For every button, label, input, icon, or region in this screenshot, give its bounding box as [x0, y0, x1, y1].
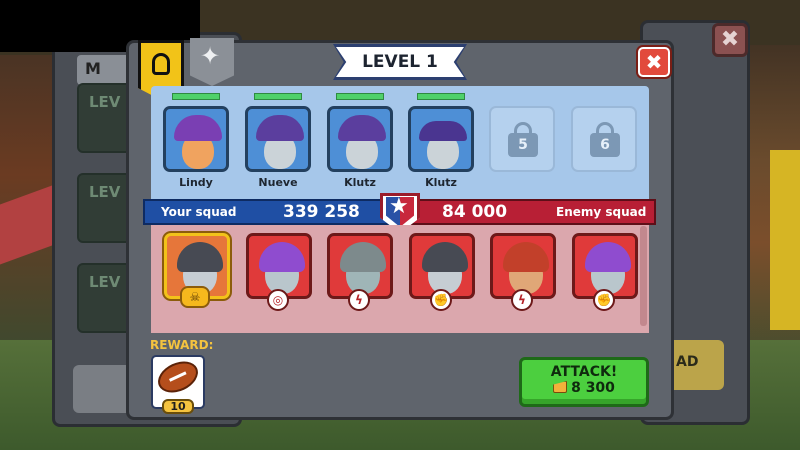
- enemy-helmet: [585, 242, 631, 272]
- enemy-helmet: [259, 242, 305, 272]
- close-button[interactable]: ✖: [638, 47, 670, 77]
- close-icon: ✖: [645, 50, 663, 74]
- locked-slot[interactable]: 6: [571, 106, 637, 172]
- your-squad-power: 339 258: [283, 202, 360, 222]
- enemy-helmet: [340, 242, 386, 272]
- enemy-scrollbar[interactable]: [640, 226, 647, 326]
- attack-button[interactable]: ATTACK! 8 300: [519, 357, 649, 407]
- hero-helmet: [174, 115, 222, 141]
- hero-slot-klutz-2[interactable]: Klutz: [408, 93, 474, 189]
- hero-hp-bar: [336, 93, 384, 100]
- hero-wizard-hat: [338, 115, 386, 141]
- level-title: LEVEL 1: [336, 47, 464, 77]
- enemy-squad-label: Enemy squad: [556, 205, 647, 219]
- hero-wizard-hat: [256, 115, 304, 141]
- attack-cost: 8 300: [571, 380, 615, 396]
- hero-portrait: [245, 106, 311, 172]
- unlock-level: 5: [508, 133, 538, 157]
- attack-cost-row: 8 300: [522, 380, 646, 396]
- star-icon: ★: [389, 194, 409, 219]
- enemy-helmet: [422, 242, 468, 272]
- fist-icon: ✊: [593, 289, 615, 311]
- squad-icon: [152, 53, 170, 75]
- pie-icon: [553, 381, 568, 393]
- reward-label: REWARD:: [150, 338, 214, 352]
- lightning-icon: ϟ: [348, 289, 370, 311]
- hero-name: Klutz: [425, 176, 457, 189]
- your-squad-bar: Your squad 339 258: [143, 199, 398, 225]
- lightning-icon: ϟ: [511, 289, 533, 311]
- enemy-helmet: [177, 242, 223, 272]
- hero-slot-klutz[interactable]: Klutz: [327, 93, 393, 189]
- hero-hp-bar: [417, 93, 465, 100]
- hero-name: Nueve: [258, 176, 298, 189]
- hero-name: Lindy: [179, 176, 213, 189]
- hero-portrait: [327, 106, 393, 172]
- enemy-squad-bar: 84 000 Enemy squad: [402, 199, 656, 225]
- enemy-hat: [503, 242, 549, 272]
- yellow-banner: [770, 150, 800, 330]
- hero-hp-bar: [172, 93, 220, 100]
- hero-hp-bar: [254, 93, 302, 100]
- lock-icon: 5: [508, 122, 538, 157]
- background-close-button: ✖: [712, 23, 748, 57]
- hero-portrait: [163, 106, 229, 172]
- your-squad-label: Your squad: [161, 205, 237, 219]
- enemy-squad-power: 84 000: [442, 202, 508, 222]
- target-icon: ◎: [267, 289, 289, 311]
- hero-slot-lindy[interactable]: Lindy: [163, 93, 229, 189]
- attack-label: ATTACK!: [550, 364, 618, 380]
- locked-slot[interactable]: 5: [489, 106, 555, 172]
- lock-icon: 6: [590, 122, 620, 157]
- hero-portrait: [408, 106, 474, 172]
- hero-fedora: [419, 121, 467, 141]
- reward-count: 10: [162, 399, 194, 414]
- unlock-level: 6: [590, 133, 620, 157]
- hero-slot-nueve[interactable]: Nueve: [245, 93, 311, 189]
- hero-name: Klutz: [344, 176, 376, 189]
- sparkle-icon: ✦: [200, 42, 221, 70]
- fist-icon: ✊: [430, 289, 452, 311]
- skull-icon: ☠: [180, 286, 210, 308]
